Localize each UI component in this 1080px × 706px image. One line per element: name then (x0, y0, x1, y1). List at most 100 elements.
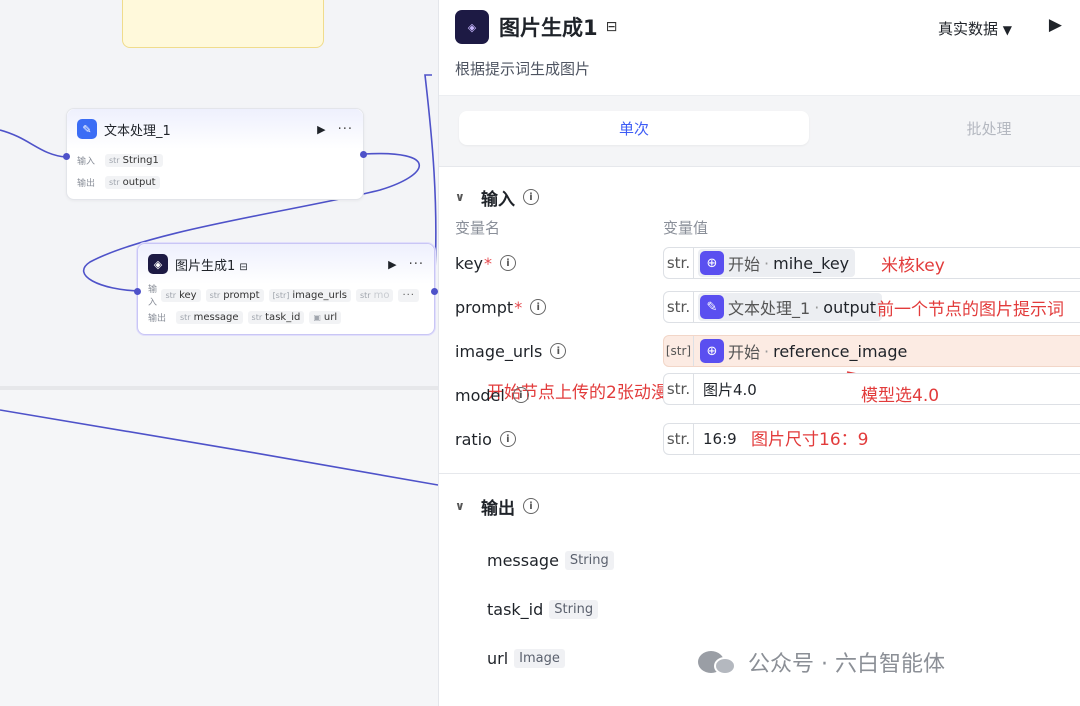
text-process-node[interactable]: ✎ 文本处理_1 ▶ ··· 输入 str String1 输出 str outpu… (63, 108, 367, 200)
annotation: 前一个节点的图片提示词 (877, 300, 1064, 320)
output-tag: str task_id (247, 310, 305, 324)
output-item-task-id: task_id String (455, 585, 1064, 634)
annotation: 图片尺寸16：9 (751, 430, 869, 450)
input-tag: str mo (356, 288, 394, 302)
info-icon[interactable]: i (523, 498, 539, 514)
run-mode-tabs: 单次 批处理 (439, 95, 1080, 167)
output-section-header[interactable]: ∨ 输出 i (455, 490, 1064, 522)
edit-icon[interactable]: ⊟ (606, 19, 618, 35)
node-output-row: 输出 str output (67, 171, 363, 193)
info-icon[interactable]: i (523, 189, 539, 205)
node-header: ✎ 文本处理_1 ▶ ··· (67, 109, 363, 149)
panel-description: 根据提示词生成图片 (455, 60, 591, 78)
run-node-icon[interactable]: ▶ (388, 258, 396, 271)
type-label[interactable]: str. (664, 292, 694, 322)
info-icon[interactable]: i (550, 343, 567, 359)
node-output-row: 输出 str message str task_id ▣ url (138, 306, 434, 328)
node-input-row: 输入 str key str prompt [str] image_urls str m… (138, 284, 434, 308)
image-gen-logo-icon: ◈ (455, 10, 489, 44)
variable-ref-chip[interactable]: ⊕ 开始 · mihe_key (698, 249, 856, 277)
chevron-down-icon[interactable]: ∨ (455, 190, 469, 204)
tab-batch[interactable]: 批处理 (839, 111, 1080, 145)
watermark: 公众号 · 六白智能体 (698, 646, 945, 678)
var-row-prompt: prompt * i str. ✎ 文本处理_1 · output 前一个节点的图片提… (455, 285, 1080, 329)
model-value: 图片4.0 (703, 380, 757, 399)
output-port[interactable] (431, 288, 438, 295)
info-icon[interactable]: i (512, 387, 529, 403)
wechat-icon (698, 647, 738, 677)
type-label[interactable]: str. (664, 248, 694, 278)
info-icon[interactable]: i (530, 299, 547, 315)
panel-title: 图片生成1 (499, 16, 598, 40)
var-value-field[interactable]: str. 16:9 (663, 423, 1080, 455)
var-row-image-urls: image_urls i [str] ⊕ 开始 · reference_image (455, 329, 1080, 373)
more-icon[interactable]: ··· (409, 257, 424, 272)
node-input-row: 输入 str String1 (67, 149, 363, 171)
more-inputs-tag[interactable]: ··· (398, 288, 419, 302)
chevron-down-icon[interactable]: ∨ (455, 499, 469, 513)
wire-lower (0, 409, 438, 486)
var-name: ratio i (455, 430, 663, 449)
output-tag: str output (105, 175, 160, 189)
node-detail-panel: ◈ 图片生成1 ⊟ 真实数据 ▼ ▶ 根据提示词生成图片 单次 批处理 ∨ 输入… (438, 0, 1080, 706)
var-name: model i (455, 386, 663, 405)
input-tag: str String1 (105, 153, 163, 167)
input-section: ∨ 输入 i 变量名 变量值 key * i str. ⊕ 开始 · mihe_key… (439, 181, 1080, 461)
input-tag: str prompt (205, 288, 264, 302)
node-header: ◈ 图片生成1 ⊟ ▶ ··· (138, 244, 434, 284)
var-name: image_urls i (455, 342, 663, 361)
var-name: key * i (455, 254, 663, 273)
text-process-icon: ✎ (700, 295, 724, 319)
var-row-model: model i str. 图片4.0 模型选4.0 (455, 373, 1080, 417)
info-icon[interactable]: i (499, 431, 516, 447)
var-row-ratio: ratio i str. 16:9 图片尺寸16：9 (455, 417, 1080, 461)
output-label: 输出 (77, 178, 96, 189)
input-column-headers: 变量名 变量值 (455, 218, 709, 237)
output-label: 输出 (148, 313, 167, 324)
image-type-icon: ▣ (313, 312, 321, 322)
var-value-field[interactable]: str. ⊕ 开始 · mihe_key (663, 247, 1080, 279)
output-tag: ▣ url (309, 310, 342, 324)
chevron-down-icon: ▼ (1002, 23, 1012, 37)
type-badge: String (549, 600, 599, 619)
annotation: 米核key (881, 256, 945, 276)
variable-ref-chip[interactable]: ⊕ 开始 · reference_image (698, 337, 913, 365)
workflow-canvas[interactable]: ✎ 文本处理_1 ▶ ··· 输入 str String1 输出 str outpu… (0, 0, 438, 706)
type-label[interactable]: str. (664, 424, 694, 454)
variable-ref-chip[interactable]: ✎ 文本处理_1 · output (698, 293, 883, 321)
input-port[interactable] (134, 288, 141, 295)
panel-header: ◈ 图片生成1 ⊟ 真实数据 ▼ ▶ 根据提示词生成图片 (439, 0, 1080, 95)
var-row-key: key * i str. ⊕ 开始 · mihe_key 米核key (455, 241, 1080, 285)
start-node-icon: ⊕ (700, 251, 724, 275)
output-tag: str message (176, 310, 243, 324)
data-mode-select[interactable]: 真实数据 ▼ (938, 18, 1012, 39)
var-name: prompt * i (455, 298, 663, 317)
type-label[interactable]: str. (664, 374, 694, 404)
input-port[interactable] (63, 153, 70, 160)
input-label: 输入 (148, 285, 158, 308)
type-badge: String (564, 551, 614, 570)
ratio-value: 16:9 (703, 430, 737, 448)
run-button[interactable]: ▶ (1049, 15, 1062, 35)
type-label[interactable]: [str] (664, 336, 694, 366)
info-icon[interactable]: i (500, 255, 517, 271)
more-icon[interactable]: ··· (338, 122, 353, 137)
start-node-icon: ⊕ (700, 339, 724, 363)
annotation: 模型选4.0 (861, 386, 940, 406)
output-item-message: message String (455, 536, 1064, 585)
run-node-icon[interactable]: ▶ (317, 123, 325, 136)
connection-wires (0, 74, 438, 486)
tab-single[interactable]: 单次 (459, 111, 809, 145)
section-divider (439, 473, 1080, 474)
type-badge: Image (514, 649, 565, 668)
node-title: 文本处理_1 (104, 123, 171, 139)
text-process-icon: ✎ (77, 119, 97, 139)
input-tag: [str] image_urls (268, 288, 351, 302)
var-value-field[interactable]: [str] ⊕ 开始 · reference_image (663, 335, 1080, 367)
input-tag: str key (161, 288, 201, 302)
output-port[interactable] (360, 151, 367, 158)
image-gen-node[interactable]: ◈ 图片生成1 ⊟ ▶ ··· 输入 str key str prompt [str… (134, 243, 438, 335)
node-title: 图片生成1 ⊟ (175, 258, 248, 274)
input-section-header[interactable]: ∨ 输入 i (455, 181, 1064, 213)
image-gen-icon: ◈ (148, 254, 168, 274)
